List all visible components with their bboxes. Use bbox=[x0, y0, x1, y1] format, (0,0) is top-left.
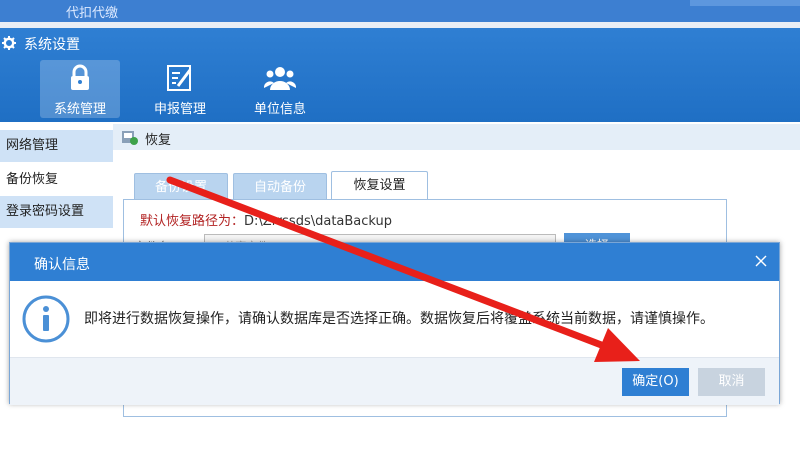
content-header: 恢复 bbox=[113, 124, 800, 150]
settings-header: 系统设置 系统管理 申报管理 单位信息 bbox=[0, 28, 800, 122]
nav-declaration-management[interactable]: 申报管理 bbox=[140, 60, 220, 118]
nav-label: 单位信息 bbox=[253, 102, 306, 117]
gear-icon bbox=[2, 36, 16, 50]
dialog-footer: 确定(O) 取消 bbox=[10, 357, 779, 405]
confirm-dialog: 确认信息 即将进行数据恢复操作，请确认数据库是否选择正确。数据恢复后将覆盖系统当… bbox=[9, 242, 780, 405]
content-title: 恢复 bbox=[145, 133, 172, 148]
confirm-button[interactable]: 确定(O) bbox=[622, 368, 689, 396]
tab-restore-settings[interactable]: 恢复设置 bbox=[331, 171, 428, 200]
app-title: 系统设置 bbox=[24, 37, 80, 53]
background-window-controls bbox=[690, 0, 800, 6]
restore-path-label: 默认恢复路径为： bbox=[140, 214, 245, 229]
dialog-header: 确认信息 bbox=[10, 243, 779, 281]
tab-backup-settings[interactable]: 备份设置 bbox=[134, 173, 228, 200]
sidebar: 网络管理 备份恢复 登录密码设置 bbox=[0, 126, 113, 246]
nav-system-management[interactable]: 系统管理 bbox=[40, 60, 120, 118]
close-icon[interactable] bbox=[755, 255, 767, 267]
info-icon bbox=[22, 295, 70, 343]
restore-icon bbox=[122, 131, 138, 145]
background-window-titlebar: 代扣代缴 bbox=[0, 0, 800, 22]
users-icon bbox=[264, 67, 296, 90]
nav-unit-info[interactable]: 单位信息 bbox=[240, 60, 320, 118]
sidebar-item-login-password[interactable]: 登录密码设置 bbox=[0, 196, 113, 228]
edit-document-icon bbox=[167, 65, 192, 91]
sidebar-item-backup-restore[interactable]: 备份恢复 bbox=[0, 164, 113, 196]
cancel-button[interactable]: 取消 bbox=[698, 368, 765, 396]
lock-icon bbox=[71, 64, 89, 90]
dialog-message: 即将进行数据恢复操作，请确认数据库是否选择正确。数据恢复后将覆盖系统当前数据，请… bbox=[84, 311, 714, 327]
nav-label: 系统管理 bbox=[53, 102, 106, 117]
nav-label: 申报管理 bbox=[153, 102, 206, 117]
dialog-title: 确认信息 bbox=[34, 257, 90, 273]
restore-path: 默认恢复路径为：D:\Zrrssds\dataBackup bbox=[140, 210, 392, 229]
dialog-body: 即将进行数据恢复操作，请确认数据库是否选择正确。数据恢复后将覆盖系统当前数据，请… bbox=[10, 281, 779, 357]
background-window-title: 代扣代缴 bbox=[66, 6, 119, 21]
sidebar-item-network[interactable]: 网络管理 bbox=[0, 130, 113, 162]
restore-path-value: D:\Zrrssds\dataBackup bbox=[244, 214, 393, 229]
tab-auto-backup[interactable]: 自动备份 bbox=[233, 173, 327, 200]
